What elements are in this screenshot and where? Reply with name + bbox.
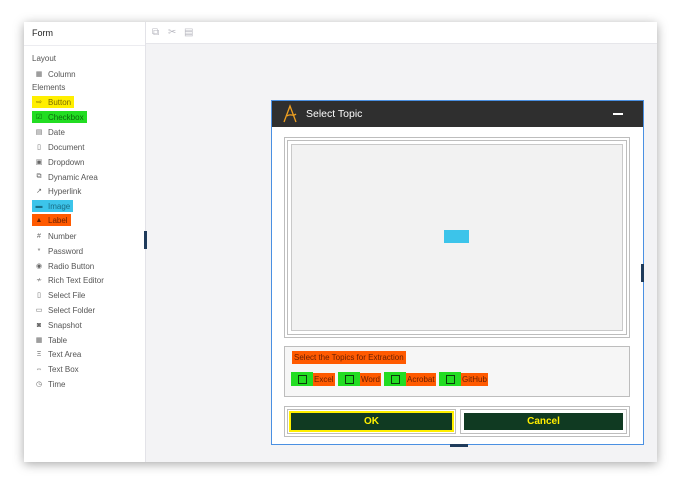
document-icon: ▯: [37, 144, 41, 151]
checkbox-box[interactable]: [338, 372, 360, 386]
calendar-icon: ▤: [35, 129, 43, 136]
button-icon: ⇨: [36, 99, 42, 106]
checkbox-label: GitHub: [461, 372, 488, 386]
form-designer-window: Form Layout ▦ Column Elements ⇨ Button ☑…: [24, 22, 657, 462]
sidebar-item-password[interactable]: * Password: [32, 245, 86, 257]
cut-icon[interactable]: ✂: [168, 27, 176, 38]
sidebar-item-document[interactable]: ▯ Document: [32, 141, 87, 153]
sidebar-item-label: Time: [48, 379, 66, 389]
sidebar-item-text-area[interactable]: Ξ Text Area: [32, 348, 84, 360]
file-icon: ▯: [37, 292, 41, 299]
folder-icon: ▭: [35, 307, 43, 314]
hyperlink-icon: ↗: [36, 188, 42, 195]
sidebar-item-label: Snapshot: [48, 320, 82, 330]
checkbox-box[interactable]: [439, 372, 461, 386]
sidebar-item-label: Checkbox: [48, 112, 84, 122]
sidebar-item-select-file[interactable]: ▯ Select File: [32, 289, 88, 301]
checkbox-box[interactable]: [291, 372, 313, 386]
topics-label: Select the Topics for Extraction: [292, 351, 406, 364]
sidebar-item-label: Number: [48, 231, 77, 241]
checkbox-box[interactable]: [384, 372, 406, 386]
sidebar-item-label: Label: [48, 215, 68, 225]
resize-handle-right[interactable]: [641, 264, 644, 282]
checkbox-icon: ☑: [35, 114, 43, 121]
sidebar-item-label[interactable]: ▲ Label: [32, 214, 71, 226]
sidebar-item-label: Select File: [48, 290, 86, 300]
sidebar-item-select-folder[interactable]: ▭ Select Folder: [32, 304, 98, 316]
sidebar-item-time[interactable]: ◷ Time: [32, 378, 68, 390]
sidebar-item-dropdown[interactable]: ▣ Dropdown: [32, 156, 87, 168]
dropdown-icon: ▣: [35, 159, 43, 166]
sidebar-item-date[interactable]: ▤ Date: [32, 126, 68, 138]
checkbox-github[interactable]: GitHub: [439, 372, 488, 386]
splitter-handle-left[interactable]: [144, 231, 147, 249]
sidebar-item-text-box[interactable]: ⇔ Text Box: [32, 363, 82, 375]
checkbox-label: Acrobat: [406, 372, 436, 386]
sidebar-item-label: Button: [48, 97, 72, 107]
clock-icon: ◷: [35, 381, 43, 388]
sidebar-item-label: Document: [48, 142, 85, 152]
sidebar-item-checkbox[interactable]: ☑ Checkbox: [32, 111, 87, 123]
checkbox-acrobat[interactable]: Acrobat: [384, 372, 436, 386]
toolbar: ⧉ ✂ ▤: [146, 22, 657, 44]
image-panel: [291, 144, 623, 331]
sidebar-item-rich-text-editor[interactable]: ≁ Rich Text Editor: [32, 274, 107, 286]
sidebar-item-label: Hyperlink: [48, 186, 82, 196]
sidebar-item-button[interactable]: ⇨ Button: [32, 96, 75, 108]
text-box-icon: ⇔: [35, 365, 43, 373]
table-icon: ▦: [35, 337, 43, 344]
sidebar-item-label: Date: [48, 127, 65, 137]
text-area-icon: Ξ: [36, 350, 42, 358]
sidebar-item-label: Text Area: [48, 349, 82, 359]
sidebar-item-label: Radio Button: [48, 261, 95, 271]
dialog-header: Select Topic: [272, 101, 643, 127]
password-icon: *: [37, 247, 41, 255]
dialog-title: Select Topic: [306, 108, 363, 120]
select-topic-dialog: Select Topic Select the Topics for Extra…: [271, 100, 644, 447]
sidebar-item-label: Image: [48, 201, 71, 211]
sidebar-title: Form: [32, 28, 53, 38]
elements-section-label: Elements: [32, 83, 66, 92]
copy-icon[interactable]: ⧉: [152, 27, 159, 38]
radio-icon: ◉: [35, 263, 43, 270]
sidebar-item-label: Text Box: [48, 364, 79, 374]
image-icon: ▬: [35, 202, 43, 210]
sidebar-item-label: Dropdown: [48, 157, 85, 167]
sidebar: Form Layout ▦ Column Elements ⇨ Button ☑…: [24, 22, 146, 462]
image-placeholder: [444, 230, 469, 243]
sidebar-item-label: Table: [48, 335, 68, 345]
cancel-button[interactable]: Cancel: [464, 413, 623, 430]
sidebar-item-column[interactable]: ▦ Column: [32, 68, 79, 80]
sidebar-item-snapshot[interactable]: ◙ Snapshot: [32, 319, 85, 331]
minimize-icon[interactable]: [613, 113, 623, 115]
sidebar-header: Form: [24, 22, 145, 46]
paste-icon[interactable]: ▤: [184, 27, 193, 38]
sidebar-item-label: Rich Text Editor: [48, 275, 104, 285]
sidebar-item-image[interactable]: ▬ Image: [32, 200, 74, 212]
sidebar-item-radio-button[interactable]: ◉ Radio Button: [32, 260, 97, 272]
sidebar-item-label: Select Folder: [48, 305, 96, 315]
resize-handle-bottom[interactable]: [450, 444, 468, 447]
checkbox-word[interactable]: Word: [338, 372, 381, 386]
sidebar-item-label: Dynamic Area: [48, 172, 98, 182]
checkbox-excel[interactable]: Excel: [291, 372, 335, 386]
checkbox-label: Excel: [313, 372, 335, 386]
sidebar-item-hyperlink[interactable]: ↗ Hyperlink: [32, 185, 84, 197]
sidebar-item-table[interactable]: ▦ Table: [32, 334, 70, 346]
sidebar-item-label: Column: [48, 69, 76, 79]
sidebar-item-dynamic-area[interactable]: ⧉ Dynamic Area: [32, 171, 101, 183]
ok-button[interactable]: OK: [291, 413, 452, 430]
checkbox-label: Word: [360, 372, 381, 386]
camera-icon: ◙: [36, 321, 42, 329]
column-icon: ▦: [35, 71, 43, 78]
sidebar-item-number[interactable]: # Number: [32, 230, 79, 242]
layout-section-label: Layout: [32, 54, 57, 63]
sidebar-item-label: Password: [48, 246, 84, 256]
label-icon: ▲: [35, 216, 43, 224]
hash-icon: #: [37, 232, 41, 240]
dynamic-area-icon: ⧉: [36, 173, 42, 180]
rich-text-icon: ≁: [36, 277, 42, 284]
app-logo-icon: [283, 104, 297, 123]
